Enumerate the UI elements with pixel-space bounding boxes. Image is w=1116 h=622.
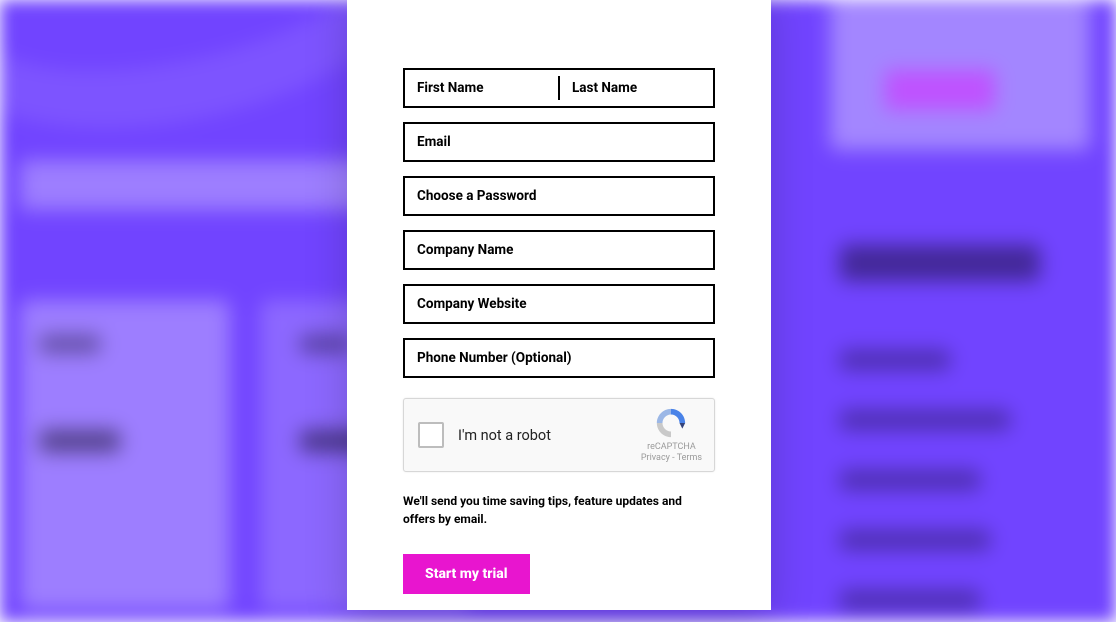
password-input[interactable] xyxy=(405,178,713,214)
phone-input[interactable] xyxy=(405,340,713,376)
signup-form: I'm not a robot reCAPTCHA Privacy - Term… xyxy=(403,68,715,594)
recaptcha-terms-link[interactable]: Terms xyxy=(677,453,702,463)
password-field xyxy=(403,176,715,216)
email-input[interactable] xyxy=(405,124,713,160)
company-website-input[interactable] xyxy=(405,286,713,322)
email-disclosure-text: We'll send you time saving tips, feature… xyxy=(403,492,715,528)
company-name-field xyxy=(403,230,715,270)
first-name-input[interactable] xyxy=(405,70,558,106)
recaptcha-icon xyxy=(654,406,688,440)
phone-field xyxy=(403,338,715,378)
last-name-input[interactable] xyxy=(560,70,713,106)
company-website-field xyxy=(403,284,715,324)
signup-modal: I'm not a robot reCAPTCHA Privacy - Term… xyxy=(347,0,771,610)
recaptcha-widget: I'm not a robot reCAPTCHA Privacy - Term… xyxy=(403,398,715,472)
recaptcha-badge: reCAPTCHA Privacy - Terms xyxy=(641,406,702,464)
start-trial-button[interactable]: Start my trial xyxy=(403,554,530,594)
recaptcha-privacy-link[interactable]: Privacy xyxy=(641,453,670,463)
email-field xyxy=(403,122,715,162)
recaptcha-checkbox[interactable] xyxy=(418,422,444,448)
recaptcha-brand: reCAPTCHA xyxy=(641,442,702,453)
company-name-input[interactable] xyxy=(405,232,713,268)
name-field-group xyxy=(403,68,715,108)
recaptcha-label: I'm not a robot xyxy=(458,427,641,444)
